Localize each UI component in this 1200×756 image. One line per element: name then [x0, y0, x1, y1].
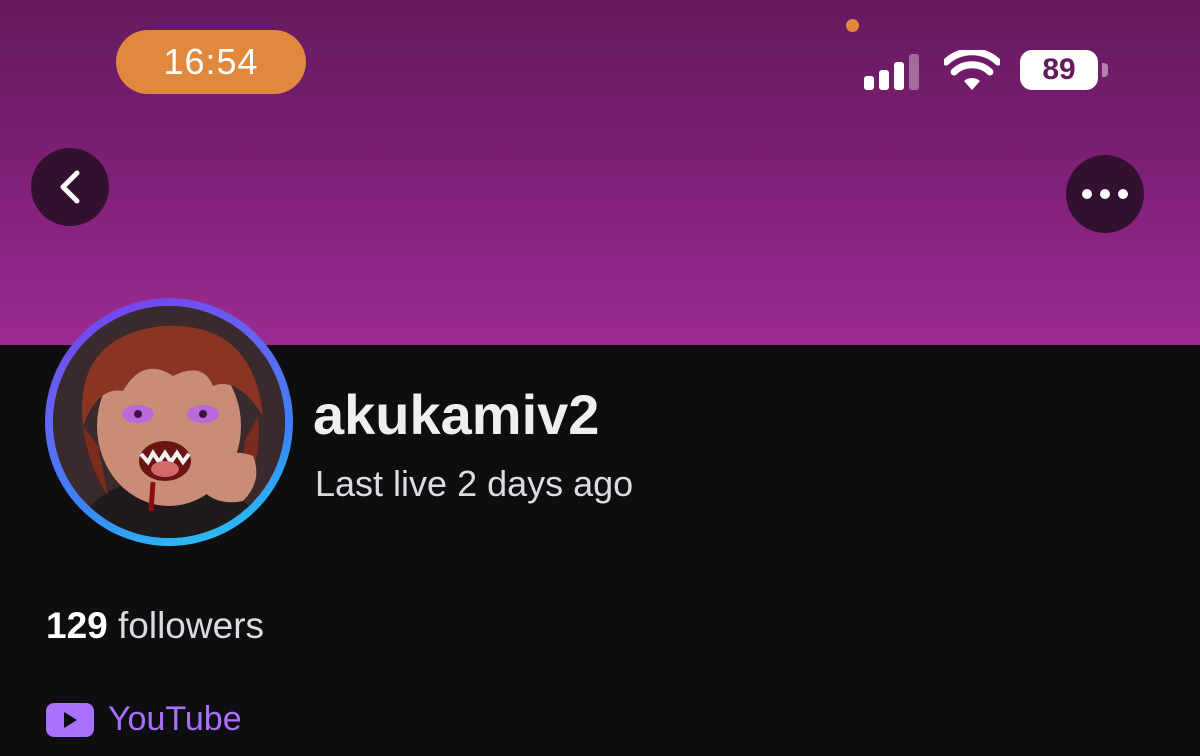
back-button[interactable]: [31, 148, 109, 226]
chevron-left-icon: [60, 170, 80, 204]
wifi-icon: [944, 50, 1000, 90]
avatar[interactable]: [45, 298, 293, 546]
avatar-image: [53, 306, 285, 538]
channel-name: akukamiv2: [313, 383, 600, 446]
battery-icon: 89: [1020, 50, 1112, 92]
youtube-link-label: YouTube: [108, 700, 242, 738]
youtube-icon: [46, 702, 94, 737]
followers-number: 129: [46, 605, 108, 646]
youtube-link[interactable]: YouTube: [46, 700, 242, 739]
status-time: 16:54: [116, 30, 306, 94]
followers-count[interactable]: 129 followers: [46, 605, 264, 647]
last-live-status: Last live 2 days ago: [315, 463, 634, 504]
more-options-button[interactable]: [1066, 155, 1144, 233]
ellipsis-icon: [1082, 189, 1128, 199]
followers-label: followers: [107, 605, 265, 646]
battery-level: 89: [1020, 50, 1098, 90]
privacy-indicator-dot: [846, 19, 859, 32]
battery-cap: [1102, 63, 1108, 77]
signal-icon: [864, 52, 924, 90]
